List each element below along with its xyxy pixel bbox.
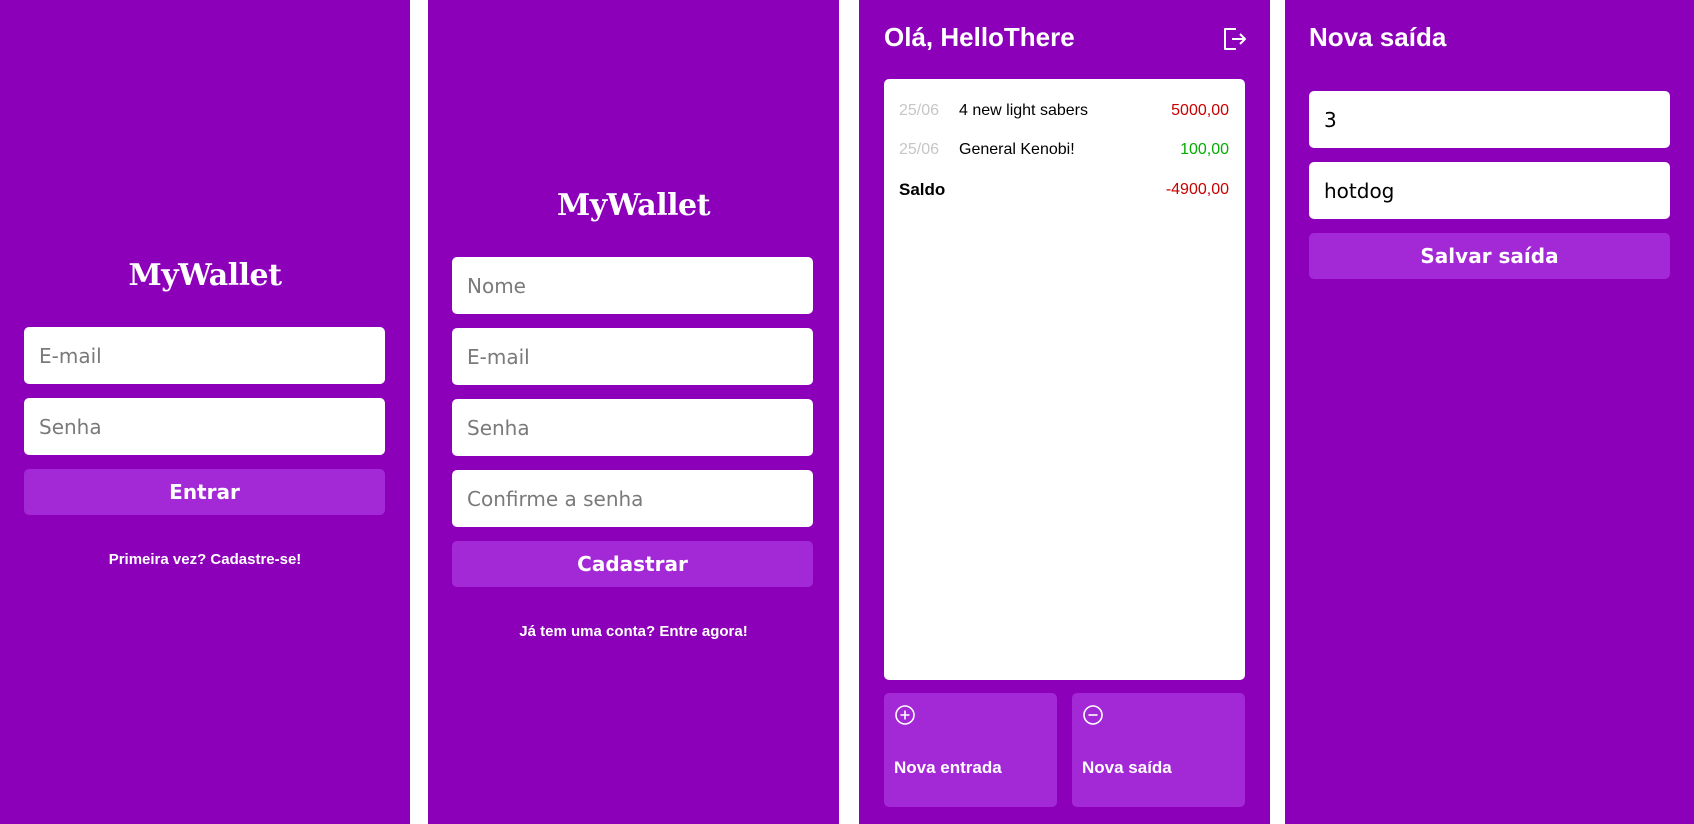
record-row: 25/06 4 new light sabers 5000,00: [899, 101, 1229, 121]
new-income-label: Nova entrada: [894, 758, 1002, 777]
signup-screen: MyWallet Cadastrar Já tem uma conta? Ent…: [428, 0, 839, 824]
record-description: 4 new light sabers: [959, 102, 1088, 119]
password-input[interactable]: [24, 398, 385, 455]
logout-icon[interactable]: [1221, 26, 1247, 52]
record-value: 5000,00: [1171, 102, 1229, 119]
description-input[interactable]: [1309, 162, 1670, 219]
name-input[interactable]: [452, 257, 813, 314]
save-expense-button[interactable]: Salvar saída: [1309, 233, 1670, 279]
page-title: Nova saída: [1309, 22, 1447, 52]
new-expense-label: Nova saída: [1082, 758, 1172, 777]
balance-value: -4900,00: [1165, 181, 1229, 198]
records-panel: 25/06 4 new light sabers 5000,00 25/06 G…: [884, 79, 1245, 680]
new-expense-button[interactable]: Nova saída: [1072, 693, 1245, 807]
balance-label: Saldo: [899, 180, 946, 199]
record-row: 25/06 General Kenobi! 100,00: [899, 140, 1229, 160]
login-button[interactable]: Entrar: [24, 469, 385, 515]
signup-button[interactable]: Cadastrar: [452, 541, 813, 587]
app-logo: MyWallet: [128, 258, 282, 293]
record-date: 25/06: [899, 102, 940, 119]
record-description: General Kenobi!: [959, 141, 1075, 158]
email-input[interactable]: [24, 327, 385, 384]
minus-circle-icon: [1082, 704, 1104, 726]
confirm-password-input[interactable]: [452, 470, 813, 527]
amount-input[interactable]: [1309, 91, 1670, 148]
home-screen: Olá, HelloThere 25/06 4 new light sabers…: [859, 0, 1270, 824]
greeting-title: Olá, HelloThere: [884, 22, 1075, 52]
new-income-button[interactable]: Nova entrada: [884, 693, 1057, 807]
password-input[interactable]: [452, 399, 813, 456]
plus-circle-icon: [894, 704, 916, 726]
login-link[interactable]: Já tem uma conta? Entre agora!: [428, 623, 839, 640]
app-logo: MyWallet: [557, 188, 710, 223]
signup-link[interactable]: Primeira vez? Cadastre-se!: [0, 551, 410, 568]
email-input[interactable]: [452, 328, 813, 385]
record-value: 100,00: [1180, 141, 1229, 158]
new-expense-screen: Nova saída Salvar saída: [1285, 0, 1694, 824]
record-date: 25/06: [899, 141, 940, 158]
login-screen: MyWallet Entrar Primeira vez? Cadastre-s…: [0, 0, 410, 824]
balance-row: Saldo -4900,00: [899, 180, 1229, 200]
